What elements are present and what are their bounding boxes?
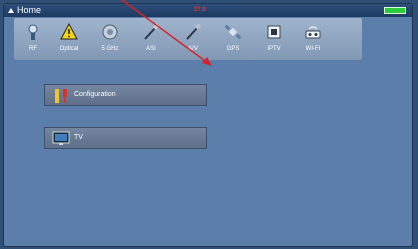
module-label: GPS: [226, 46, 240, 52]
module-label: ASI: [146, 46, 156, 52]
wifi-router-icon: [305, 26, 321, 39]
module-iptv[interactable]: IPTV: [257, 18, 291, 60]
tv-button[interactable]: TV: [44, 127, 207, 149]
module-label: A/V: [188, 46, 198, 52]
home-icon[interactable]: [7, 6, 15, 14]
module-label: IPTV: [267, 46, 281, 52]
module-asi[interactable]: ASI: [134, 18, 168, 60]
module-av[interactable]: A/V: [176, 18, 210, 60]
module-label: RF: [29, 46, 37, 52]
status-readout: 27.8: [194, 7, 206, 13]
configuration-button[interactable]: Configuration: [44, 84, 207, 106]
module-rf[interactable]: RF: [16, 18, 50, 60]
configuration-label: Configuration: [74, 91, 116, 98]
module-label: Optical: [59, 46, 79, 52]
antenna-icon: [28, 24, 38, 40]
module-wifi[interactable]: WI-FI: [296, 18, 330, 60]
module-label: 5 GHz: [101, 46, 119, 52]
module-toolbar: RF Optical 5 GHz ASI A/V GPS IPTV WI-FI: [14, 18, 362, 60]
tv-label: TV: [74, 134, 83, 141]
ethernet-port-icon: [267, 25, 281, 39]
page-title: Home: [17, 5, 42, 15]
module-optical[interactable]: Optical: [52, 18, 86, 60]
module-5ghz[interactable]: 5 GHz: [93, 18, 127, 60]
device-screen: Home 27.8 RF Optical 5 GHz ASI A/V GPS I…: [4, 4, 412, 246]
cable-connector-icon: [144, 23, 160, 40]
warning-triangle-icon: [60, 23, 78, 40]
satellite-icon: [224, 24, 242, 40]
tools-icon: [55, 89, 67, 103]
battery-icon: [384, 7, 406, 14]
tv-icon: [52, 131, 70, 145]
module-gps[interactable]: GPS: [216, 18, 250, 60]
title-bar: Home 27.8: [4, 4, 412, 17]
module-label: WI-FI: [305, 46, 321, 52]
av-cable-icon: [186, 23, 202, 40]
satellite-dish-icon: [102, 24, 118, 40]
